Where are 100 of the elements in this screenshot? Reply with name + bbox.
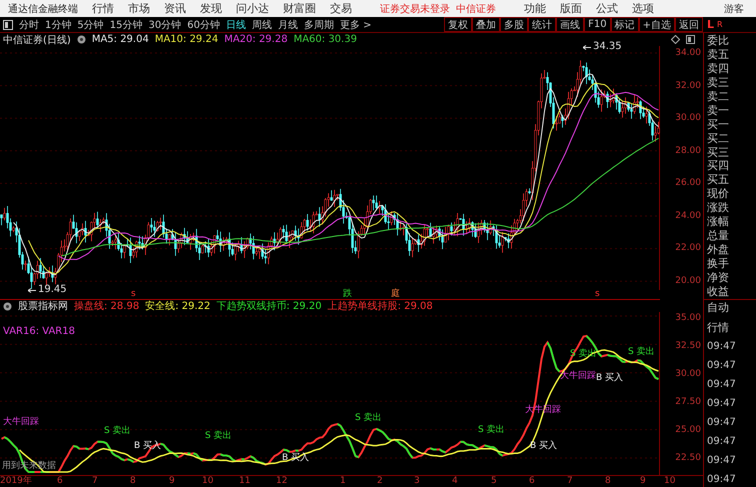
event-mark[interactable]: s bbox=[595, 288, 600, 300]
indicator-value: 操盘线: 28.98 bbox=[74, 300, 140, 313]
date-label: 5 bbox=[491, 476, 497, 487]
date-label: 10 bbox=[202, 476, 214, 487]
leader-line bbox=[28, 288, 36, 294]
menu-item[interactable]: 行情 bbox=[92, 1, 114, 16]
axis-tick-label: 30.00 bbox=[675, 112, 702, 124]
period-tab[interactable]: 60分钟 bbox=[184, 18, 223, 32]
gear-icon[interactable] bbox=[3, 302, 12, 310]
toolbar-button[interactable]: 复权 bbox=[444, 17, 472, 32]
date-label: 6 bbox=[529, 476, 535, 487]
diamond-icon[interactable] bbox=[671, 35, 680, 44]
signal-label: B 买入 bbox=[596, 372, 624, 384]
date-label: 7 bbox=[92, 476, 98, 487]
axis-tick-label: 22.00 bbox=[675, 242, 702, 254]
gear-icon[interactable] bbox=[76, 35, 86, 44]
corner-label: L bbox=[707, 18, 714, 31]
panel-toggle-icon[interactable] bbox=[3, 20, 13, 30]
toolbar-button[interactable]: 多股 bbox=[500, 17, 528, 32]
date-label: 12 bbox=[276, 476, 288, 487]
app-title: 通达信金融终端 bbox=[8, 2, 78, 16]
quote-field-label: 买四 bbox=[707, 159, 730, 172]
ma-value: MA20: 29.28 bbox=[224, 34, 288, 45]
quote-field-label: 买五 bbox=[707, 173, 730, 186]
event-mark[interactable]: 庭 bbox=[391, 288, 400, 300]
menu-item[interactable]: 功能 bbox=[524, 1, 546, 16]
date-label: 6 bbox=[57, 476, 63, 487]
axis-tick-label: 28.00 bbox=[675, 144, 702, 157]
menu-item[interactable]: 问小达 bbox=[236, 1, 269, 16]
quote-field-label: 委比 bbox=[707, 34, 730, 47]
axis-tick-label: 34.00 bbox=[675, 47, 702, 59]
date-label: 1 bbox=[340, 476, 346, 487]
date-label: 10 bbox=[664, 476, 676, 487]
quote-field-label: 卖二 bbox=[707, 90, 730, 103]
date-label: 7 bbox=[567, 476, 573, 487]
period-tab[interactable]: 15分钟 bbox=[106, 18, 146, 32]
quote-field-label: 涨幅 bbox=[707, 215, 730, 228]
period-tab[interactable]: 1分钟 bbox=[42, 18, 74, 32]
quote-field-label: 收益 bbox=[707, 284, 730, 298]
toolbar-button[interactable]: 返回 bbox=[675, 17, 703, 32]
indicator-name: 股票指标网 bbox=[18, 300, 68, 313]
quote-field-label: 卖一 bbox=[707, 104, 730, 117]
trade-time: 09:47 bbox=[707, 474, 737, 486]
toolbar-button[interactable]: 统计 bbox=[528, 17, 556, 32]
toolbar-button[interactable]: 标记 bbox=[610, 17, 639, 32]
period-tab[interactable]: 日线 bbox=[222, 18, 249, 32]
menu-item[interactable]: 公式 bbox=[596, 1, 618, 16]
variable-label: VAR16: VAR18 bbox=[3, 326, 75, 338]
menu-item[interactable]: 交易 bbox=[330, 1, 352, 16]
menu-item[interactable]: 发现 bbox=[200, 1, 222, 16]
trade-time: 09:47 bbox=[707, 436, 737, 448]
date-label: 2019年 bbox=[0, 476, 32, 487]
trade-time: 09:47 bbox=[707, 341, 737, 353]
corner-label: R bbox=[717, 20, 723, 29]
quote-field-label: 现价 bbox=[707, 187, 730, 200]
menu-item[interactable]: 版面 bbox=[560, 1, 582, 16]
event-mark[interactable]: 跌 bbox=[343, 288, 352, 300]
period-tab[interactable]: 30分钟 bbox=[145, 18, 184, 32]
period-tab[interactable]: 更多 > bbox=[336, 18, 375, 32]
toolbar-button[interactable]: 画线 bbox=[556, 17, 584, 32]
trade-time: 09:47 bbox=[707, 417, 737, 429]
ma-value: MA5: 29.04 bbox=[92, 34, 149, 45]
period-tab[interactable]: 周线 bbox=[248, 18, 275, 32]
signal-label: S 卖出 bbox=[355, 412, 382, 424]
menu-item[interactable]: 财富圈 bbox=[283, 1, 316, 16]
menu-item[interactable]: 选项 bbox=[632, 1, 654, 16]
chart-title: 中信证券(日线) bbox=[3, 34, 71, 46]
period-tab[interactable]: 5分钟 bbox=[74, 18, 107, 32]
indicator-value: 上趋势单线持股: 29.08 bbox=[328, 300, 433, 313]
broker-name[interactable]: 中信证券 bbox=[456, 2, 496, 16]
ticker-label: 自动 bbox=[707, 301, 730, 314]
signal-label: S 卖出 bbox=[104, 425, 131, 437]
period-tab[interactable]: 月线 bbox=[274, 18, 301, 32]
date-label: 8 bbox=[130, 476, 136, 487]
menu-item[interactable]: 资讯 bbox=[164, 1, 186, 16]
period-tab[interactable]: 分时 bbox=[16, 18, 42, 32]
quote-field-label: 买二 bbox=[707, 132, 730, 145]
menu-item[interactable]: 市场 bbox=[128, 1, 150, 16]
toolbar-button[interactable]: F10 bbox=[584, 17, 611, 32]
toolbar-button[interactable]: +自选 bbox=[638, 17, 675, 32]
quote-field-label: 卖四 bbox=[707, 62, 730, 75]
signal-label: S 卖出 bbox=[478, 424, 505, 436]
indicator-value: 下趋势双线持币: 29.20 bbox=[216, 300, 322, 313]
trade-time: 09:47 bbox=[707, 398, 737, 410]
login-status[interactable]: 证券交易未登录 bbox=[380, 2, 450, 16]
quote-field-label: 总量 bbox=[707, 229, 730, 242]
quote-field-label: 卖三 bbox=[707, 76, 730, 89]
panel-toggle-icon[interactable] bbox=[686, 35, 695, 44]
event-mark[interactable]: s bbox=[131, 288, 136, 300]
period-tab[interactable]: 多周期 bbox=[300, 18, 337, 32]
date-label: 8 bbox=[605, 476, 611, 487]
axis-tick-label: 26.00 bbox=[675, 177, 702, 190]
toolbar-button[interactable]: 叠加 bbox=[472, 17, 500, 32]
quote-field-label: 净资 bbox=[707, 270, 730, 284]
trade-time: 09:47 bbox=[707, 379, 737, 391]
axis-tick-label: 22.50 bbox=[675, 452, 702, 464]
date-label: 9 bbox=[640, 476, 646, 487]
date-label: 3 bbox=[414, 476, 420, 487]
axis-tick-label: 24.00 bbox=[675, 210, 702, 222]
user-name[interactable]: 游客 bbox=[724, 2, 744, 16]
